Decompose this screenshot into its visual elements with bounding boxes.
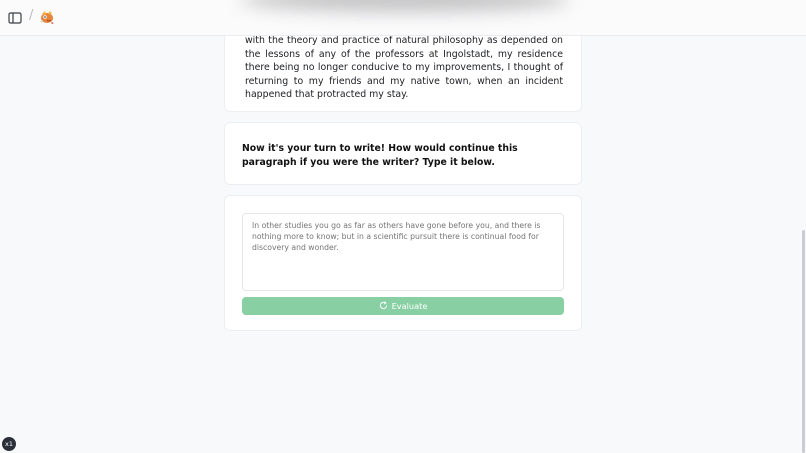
answer-card: Evaluate [224, 195, 582, 331]
evaluate-button[interactable]: Evaluate [242, 297, 564, 315]
prompt-text: Now it's your turn to write! How would c… [242, 143, 518, 168]
continuation-input[interactable] [242, 213, 564, 291]
refresh-icon [379, 300, 388, 312]
app-logo-icon[interactable] [37, 7, 57, 27]
page-scrollbar[interactable] [802, 230, 805, 453]
speed-badge[interactable]: x1 [2, 437, 16, 451]
evaluate-label: Evaluate [391, 301, 428, 311]
breadcrumb-separator: / [29, 8, 34, 23]
prompt-card: Now it's your turn to write! How would c… [224, 122, 582, 185]
sidebar-toggle-icon[interactable] [8, 10, 22, 24]
passage-text: with the theory and practice of natural … [245, 35, 563, 101]
